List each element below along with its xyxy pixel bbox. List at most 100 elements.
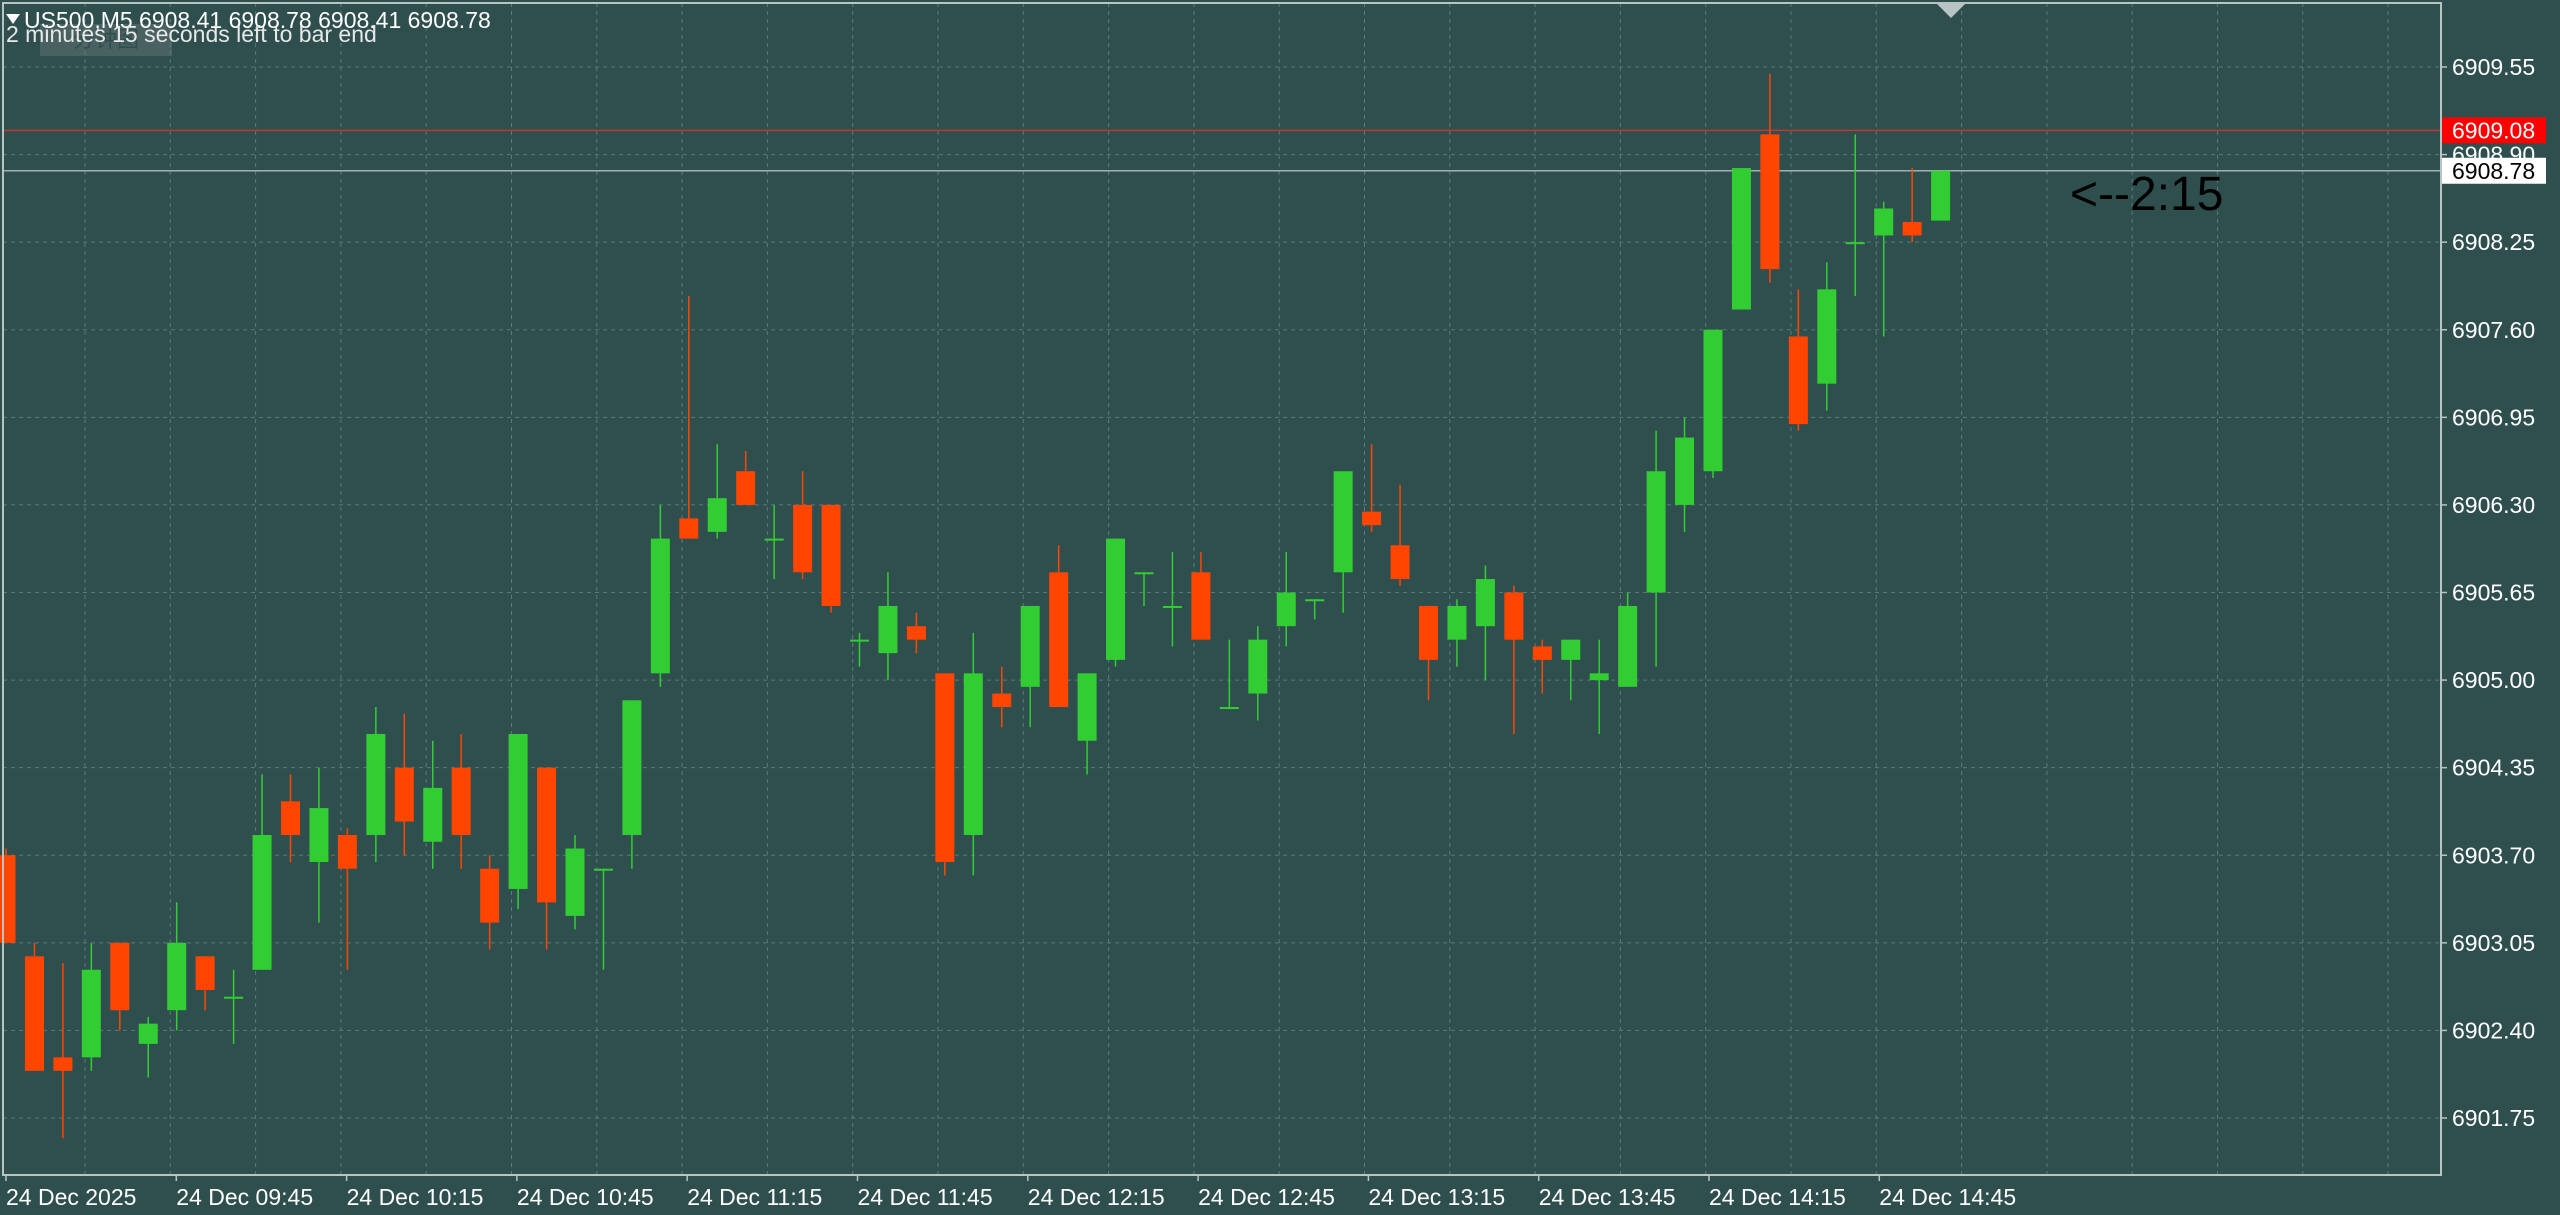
candle-body — [821, 504, 841, 606]
candle — [821, 504, 841, 613]
candle-body — [1760, 134, 1780, 270]
candle-body — [1931, 170, 1951, 221]
candle-body — [1106, 538, 1126, 660]
candle-body — [309, 808, 329, 862]
candle — [1703, 329, 1723, 478]
candle-body — [878, 605, 898, 654]
candle — [1106, 538, 1126, 667]
candle-body — [764, 538, 784, 541]
candle-body — [1788, 336, 1808, 425]
candle-body — [593, 868, 613, 871]
candle — [1618, 592, 1638, 687]
y-tick-label: 6904.35 — [2452, 755, 2535, 781]
ask-price-label: 6909.08 — [2452, 117, 2535, 143]
y-tick-label: 6909.55 — [2452, 54, 2535, 80]
candle-body — [1447, 605, 1467, 640]
y-tick-label: 6908.25 — [2452, 229, 2535, 255]
candle-body — [565, 848, 585, 916]
candle-body — [1419, 605, 1438, 660]
candle-body — [850, 639, 869, 642]
y-tick-label: 6905.65 — [2452, 580, 2535, 606]
candle-body — [1675, 437, 1695, 505]
candle-body — [1731, 168, 1751, 310]
candle-body — [138, 1023, 158, 1044]
x-tick-label: 24 Dec 11:15 — [687, 1184, 822, 1210]
x-tick-label: 24 Dec 13:15 — [1368, 1184, 1505, 1210]
candle-body — [963, 673, 983, 836]
candle-body — [81, 969, 101, 1058]
candle-body — [1020, 605, 1040, 687]
x-tick-label: 24 Dec 14:15 — [1709, 1184, 1846, 1210]
x-tick-label: 24 Dec 10:45 — [517, 1184, 654, 1210]
candle-body — [53, 1057, 73, 1071]
y-tick-label: 6901.75 — [2452, 1105, 2535, 1131]
candle-body — [24, 956, 44, 1071]
candle-body — [1248, 639, 1268, 694]
candle-body — [1817, 289, 1837, 384]
candle-body — [1532, 646, 1552, 660]
candle-body — [366, 733, 386, 836]
candle-body — [1276, 592, 1296, 627]
candle-body — [451, 767, 471, 836]
y-tick-label: 6906.95 — [2452, 404, 2535, 430]
candle — [565, 835, 585, 930]
candle — [935, 673, 955, 876]
candle-body — [1333, 471, 1353, 573]
x-tick-label: 24 Dec 09:45 — [176, 1184, 313, 1210]
bid-price-label: 6908.78 — [2452, 158, 2535, 184]
candle-body — [1561, 639, 1581, 660]
y-tick-label: 6907.60 — [2452, 317, 2535, 343]
x-tick-label: 24 Dec 2025 — [6, 1184, 136, 1210]
candle-body — [1504, 592, 1524, 640]
candle-body — [1191, 572, 1211, 640]
y-tick-label: 6905.00 — [2452, 667, 2535, 693]
candle-body — [992, 693, 1012, 708]
candle-body — [1845, 242, 1865, 245]
x-tick-label: 24 Dec 14:45 — [1879, 1184, 2016, 1210]
candle-body — [167, 942, 187, 1011]
candle — [1731, 168, 1751, 310]
candle-body — [508, 733, 528, 889]
candle-body — [337, 835, 357, 869]
candle-body — [935, 673, 955, 862]
x-tick-label: 24 Dec 11:45 — [858, 1184, 993, 1210]
candle-body — [423, 787, 443, 842]
candle — [508, 733, 528, 910]
candle-body — [195, 956, 215, 990]
candle-body — [1703, 329, 1723, 472]
candle-body — [224, 996, 244, 999]
candle-body — [252, 835, 272, 970]
candle-body — [1219, 707, 1239, 710]
x-tick-label: 24 Dec 10:15 — [347, 1184, 484, 1210]
candle — [1931, 170, 1951, 221]
x-tick-label: 24 Dec 12:15 — [1028, 1184, 1165, 1210]
candle-body — [1362, 511, 1382, 526]
candle-body — [906, 626, 926, 640]
y-tick-label: 6906.30 — [2452, 492, 2535, 518]
candle-body — [1589, 673, 1609, 681]
candle-body — [537, 767, 557, 903]
candle-body — [622, 700, 642, 836]
candle-body — [679, 518, 699, 539]
candle-body — [707, 498, 727, 532]
candle — [24, 942, 44, 1071]
candle-body — [1390, 545, 1410, 580]
candle-body — [1077, 673, 1097, 741]
candle-body — [1618, 605, 1638, 687]
countdown-arrow-label: <--2:15 — [2070, 168, 2224, 221]
candle-body — [1902, 221, 1922, 236]
candle-body — [1475, 579, 1495, 627]
y-tick-label: 6903.05 — [2452, 930, 2535, 956]
candle-body — [736, 471, 756, 505]
candle-body — [480, 868, 500, 923]
y-tick-label: 6902.40 — [2452, 1017, 2535, 1043]
x-tick-label: 24 Dec 12:45 — [1198, 1184, 1335, 1210]
y-tick-label: 6903.70 — [2452, 842, 2535, 868]
candle-body — [650, 538, 670, 674]
candle-body — [1874, 208, 1894, 236]
candle-body — [1049, 572, 1069, 708]
candle-body — [1134, 572, 1154, 575]
candle-body — [1162, 605, 1182, 608]
x-tick-label: 24 Dec 13:45 — [1539, 1184, 1676, 1210]
candle-body — [394, 767, 414, 822]
